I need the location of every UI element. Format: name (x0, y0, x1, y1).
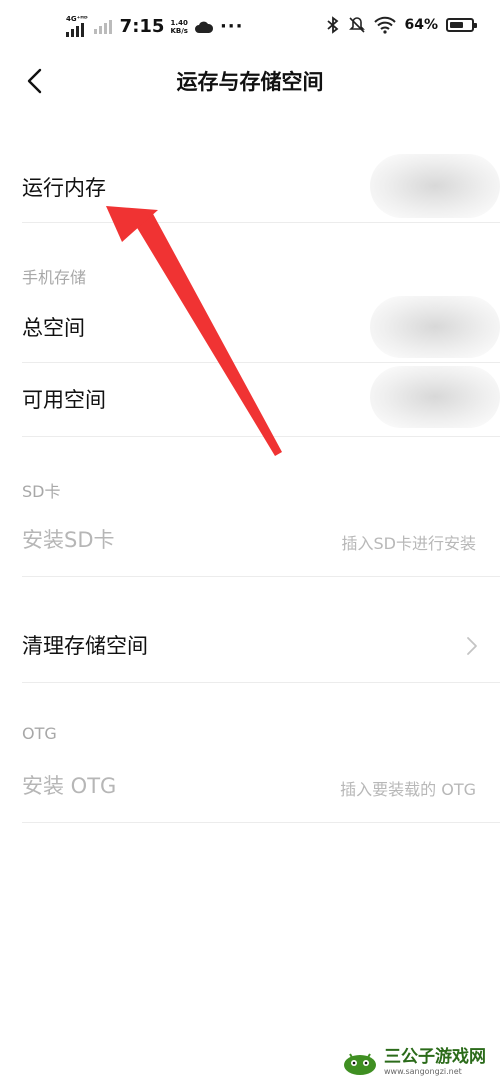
total-space-row[interactable]: 总空间 (0, 290, 500, 362)
battery-percent: 64% (404, 17, 438, 33)
page-header: 运存与存储空间 (0, 56, 500, 106)
section-title-sd: SD卡 (22, 482, 61, 501)
bluetooth-icon (327, 16, 339, 34)
ram-label: 运行内存 (22, 176, 106, 200)
watermark-text: 三公子游戏网 www.sangongzi.net (384, 1047, 486, 1077)
watermark-name: 三公子游戏网 (384, 1047, 486, 1067)
battery-icon (446, 18, 477, 32)
status-bar: 4G⁺ᴴᴰ 7:15 1.40 KB/s ··· 64% (0, 0, 500, 56)
divider (22, 222, 500, 223)
watermark-url: www.sangongzi.net (384, 1067, 462, 1076)
divider (22, 822, 500, 823)
install-otg-row[interactable]: 安装 OTG 插入要装载的 OTG (0, 750, 500, 822)
network-speed: 1.40 KB/s (170, 19, 187, 35)
speed-unit: KB/s (170, 26, 188, 35)
clean-storage-label: 清理存储空间 (22, 634, 148, 658)
available-space-row[interactable]: 可用空间 (0, 362, 500, 434)
total-space-label: 总空间 (22, 316, 85, 340)
signal-2-icon (93, 19, 112, 34)
clean-storage-row[interactable]: 清理存储空间 (0, 610, 500, 682)
watermark: 三公子游戏网 www.sangongzi.net (342, 1048, 486, 1076)
speed-value: 1.40 (170, 18, 188, 27)
install-sd-label: 安装SD卡 (22, 528, 115, 552)
divider (22, 436, 500, 437)
section-title-phone-storage: 手机存储 (22, 268, 87, 287)
signal-icon (66, 23, 88, 37)
chevron-right-icon (467, 637, 477, 655)
status-left: 4G⁺ᴴᴰ 7:15 1.40 KB/s ··· (66, 16, 243, 37)
available-space-label: 可用空间 (22, 388, 106, 412)
section-title-otg: OTG (22, 724, 57, 743)
page-title: 运存与存储空间 (176, 70, 324, 94)
install-otg-hint: 插入要装载的 OTG (340, 780, 476, 799)
ram-value-blurred (370, 154, 500, 218)
total-space-value-blurred (370, 296, 500, 358)
status-right: 64% (326, 16, 477, 34)
mute-icon (349, 17, 366, 33)
install-otg-label: 安装 OTG (22, 774, 117, 798)
network-type: 4G⁺ᴴᴰ (66, 15, 88, 23)
wifi-icon (374, 16, 397, 34)
signal-block: 4G⁺ᴴᴰ (66, 16, 88, 37)
ram-row[interactable]: 运行内存 (0, 150, 500, 222)
install-sd-row[interactable]: 安装SD卡 插入SD卡进行安装 (0, 504, 500, 576)
clock: 7:15 (119, 16, 165, 37)
available-space-value-blurred (370, 366, 500, 428)
watermark-logo-icon (344, 1053, 376, 1075)
more-notifications-icon: ··· (219, 16, 244, 37)
divider (22, 576, 500, 577)
install-sd-hint: 插入SD卡进行安装 (341, 534, 476, 553)
divider (22, 682, 500, 683)
cloud-icon (194, 21, 213, 33)
